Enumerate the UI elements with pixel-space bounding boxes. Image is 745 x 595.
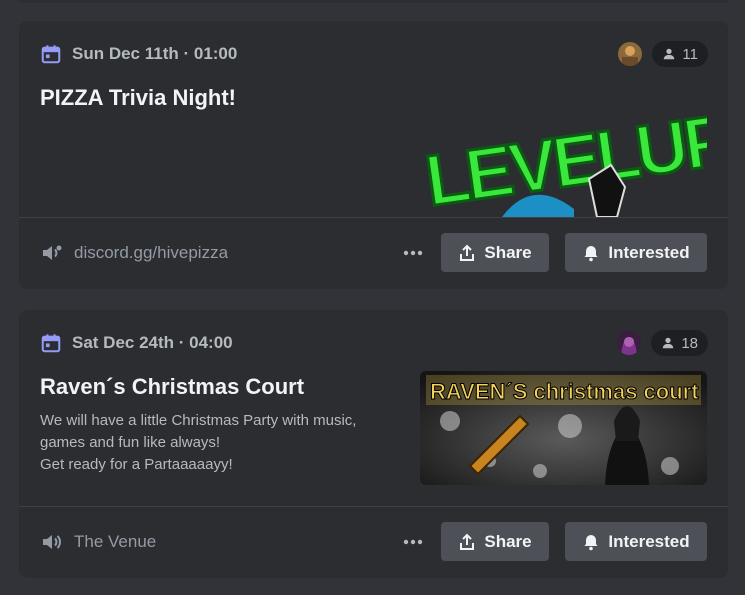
event-location[interactable]: discord.gg/hivepizza: [40, 241, 228, 265]
share-label: Share: [484, 531, 532, 551]
event-date: Sun Dec 11th · 01:00: [72, 44, 238, 63]
card-divider: [19, 506, 728, 507]
event-location[interactable]: The Venue: [40, 530, 156, 554]
calendar-icon: [41, 334, 61, 353]
interested-count: 11: [682, 45, 698, 63]
ellipsis-icon: [403, 250, 423, 255]
interested-button[interactable]: Interested: [565, 522, 707, 561]
share-button[interactable]: Share: [441, 233, 549, 272]
event-meta: 11: [618, 41, 708, 67]
event-description: We will have a little Christmas Party wi…: [40, 410, 356, 476]
more-options-button[interactable]: [401, 530, 425, 554]
interested-label: Interested: [608, 531, 690, 551]
event-card[interactable]: Sat Dec 24th · 04:00 18 Raven´s Christma…: [19, 310, 728, 578]
creator-avatar[interactable]: [618, 42, 643, 66]
event-actions: Share Interested: [401, 233, 707, 272]
interested-count: 18: [681, 334, 698, 352]
description-line: We will have a little Christmas Party wi…: [40, 412, 357, 429]
stage-speaker-icon: [43, 245, 62, 260]
previous-card-edge: [19, 0, 728, 3]
event-date-row: Sun Dec 11th · 01:00: [40, 43, 237, 65]
speaker-icon: [43, 535, 61, 549]
card-divider: [19, 217, 728, 218]
share-label: Share: [484, 242, 532, 262]
description-line: Get ready for a Partaaaaayy!: [40, 456, 233, 473]
ellipsis-icon: [403, 539, 423, 544]
event-card[interactable]: Sun Dec 11th · 01:00 11 PIZZA Trivia Nig…: [19, 21, 728, 289]
people-icon: [663, 337, 674, 349]
event-title: PIZZA Trivia Night!: [40, 85, 236, 110]
event-date: Sat Dec 24th · 04:00: [72, 333, 233, 352]
location-text: discord.gg/hivepizza: [74, 243, 229, 262]
event-banner-image: RAVEN´S christmas court: [420, 371, 707, 485]
more-options-button[interactable]: [401, 241, 425, 265]
people-icon: [664, 48, 675, 60]
calendar-icon: [41, 45, 61, 64]
creator-avatar[interactable]: [617, 331, 642, 355]
share-button[interactable]: Share: [441, 522, 549, 561]
share-icon: [460, 533, 475, 550]
location-text: The Venue: [74, 532, 157, 551]
bell-icon: [584, 534, 598, 550]
banner-title-text: RAVEN´S christmas court: [430, 379, 699, 404]
interested-label: Interested: [608, 242, 690, 262]
share-icon: [460, 244, 475, 261]
event-date-row: Sat Dec 24th · 04:00: [40, 332, 233, 354]
event-banner-image: LEVELUP: [417, 103, 707, 217]
bell-icon: [584, 245, 598, 261]
event-meta: 18: [617, 330, 708, 356]
event-actions: Share Interested: [401, 522, 707, 561]
event-title: Raven´s Christmas Court: [40, 374, 305, 399]
interested-count-badge: 18: [651, 330, 708, 356]
interested-button[interactable]: Interested: [565, 233, 707, 272]
interested-count-badge: 11: [652, 41, 708, 67]
description-line: games and fun like always!: [40, 434, 221, 451]
